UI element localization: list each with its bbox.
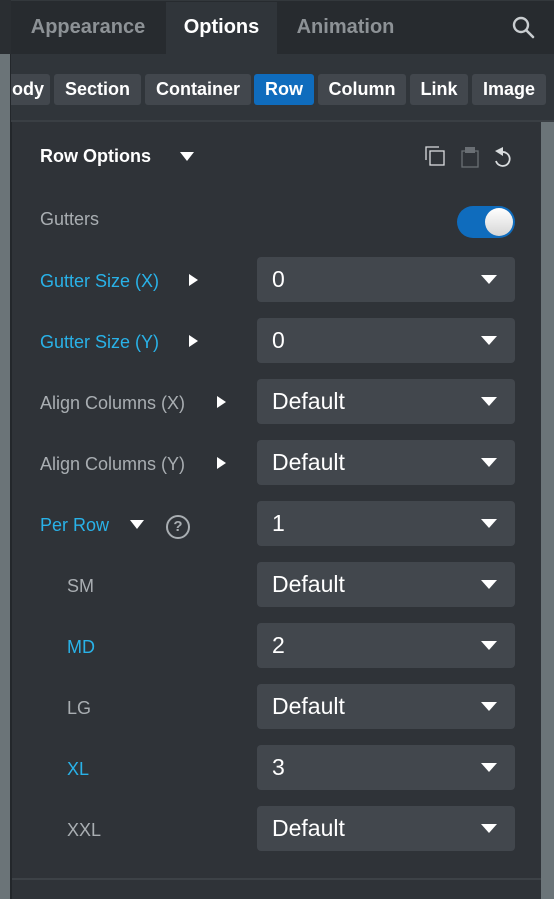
chevron-down-icon [481, 336, 497, 345]
breadcrumb-link[interactable]: Link [410, 74, 468, 105]
tab-options[interactable]: Options [166, 2, 277, 55]
align-columns-x-label: Align Columns (X) [40, 393, 186, 413]
sm-select[interactable]: Default [257, 562, 515, 607]
toggle-knob [485, 208, 513, 236]
xl-label[interactable]: XL [67, 759, 89, 780]
chevron-down-icon [481, 458, 497, 467]
align-columns-y-label: Align Columns (Y) [40, 454, 186, 474]
gutter-size-y-label[interactable]: Gutter Size (Y) [40, 332, 159, 353]
gutters-toggle[interactable] [457, 206, 515, 238]
chevron-down-icon [481, 641, 497, 650]
chevron-down-icon [481, 275, 497, 284]
select-value: 1 [272, 510, 285, 536]
paste-button[interactable] [460, 146, 482, 168]
select-value: Default [272, 388, 345, 414]
lg-label: LG [67, 698, 92, 718]
md-select[interactable]: 2 [257, 623, 515, 668]
per-row-label[interactable]: Per Row [40, 515, 109, 536]
chevron-down-icon [481, 580, 497, 589]
breadcrumb-column[interactable]: Column [318, 74, 406, 105]
md-label[interactable]: MD [67, 637, 95, 658]
xl-select[interactable]: 3 [257, 745, 515, 790]
chevron-down-icon [481, 824, 497, 833]
select-value: Default [272, 693, 345, 719]
expand-arrow-icon[interactable] [189, 274, 198, 286]
tab-animation[interactable]: Animation [278, 2, 413, 55]
breadcrumb-container[interactable]: Container [145, 74, 251, 105]
chevron-down-icon [481, 519, 497, 528]
select-value: Default [272, 571, 345, 597]
tab-appearance[interactable]: Appearance [11, 2, 165, 55]
select-value: Default [272, 449, 345, 475]
reset-icon [495, 147, 511, 167]
reset-button[interactable] [492, 146, 514, 168]
collapse-arrow-icon[interactable] [130, 520, 144, 529]
breadcrumb-row[interactable]: Row [254, 74, 314, 105]
copy-button[interactable] [425, 146, 447, 168]
breadcrumb: ody Section Container Row Column Link Im… [11, 54, 554, 122]
expand-arrow-icon[interactable] [217, 396, 226, 408]
xxl-label: XXL [67, 820, 102, 840]
section-title[interactable]: Row Options [40, 146, 151, 167]
select-value: 3 [272, 754, 285, 780]
section-divider [12, 878, 541, 880]
canvas-edge-left-top [0, 0, 11, 54]
gutter-size-y-select[interactable]: 0 [257, 318, 515, 363]
panel-tabs: Appearance Options Animation [11, 0, 554, 55]
lg-select[interactable]: Default [257, 684, 515, 729]
breadcrumb-section[interactable]: Section [54, 74, 141, 105]
sm-label: SM [67, 576, 94, 596]
select-value: 0 [272, 266, 285, 292]
expand-arrow-icon[interactable] [217, 457, 226, 469]
search-icon [512, 16, 535, 39]
copy-icon [425, 146, 445, 166]
gutters-label: Gutters [40, 209, 100, 229]
breadcrumb-body[interactable]: ody [11, 74, 50, 105]
breadcrumb-image[interactable]: Image [472, 74, 546, 105]
align-columns-x-select[interactable]: Default [257, 379, 515, 424]
select-value: Default [272, 815, 345, 841]
per-row-select[interactable]: 1 [257, 501, 515, 546]
xxl-select[interactable]: Default [257, 806, 515, 851]
gutter-size-x-label[interactable]: Gutter Size (X) [40, 271, 159, 292]
chevron-down-icon [481, 763, 497, 772]
select-value: 0 [272, 327, 285, 353]
collapse-caret-icon[interactable] [180, 152, 194, 161]
align-columns-y-select[interactable]: Default [257, 440, 515, 485]
gutter-size-x-select[interactable]: 0 [257, 257, 515, 302]
chevron-down-icon [481, 397, 497, 406]
row-options-panel: Row Options Gutters Gutter Size (X) 0 Gu… [12, 122, 541, 899]
help-icon[interactable]: ? [166, 515, 190, 539]
paste-icon [461, 147, 479, 168]
select-value: 2 [272, 632, 285, 658]
expand-arrow-icon[interactable] [189, 335, 198, 347]
canvas-edge-right [541, 122, 554, 899]
chevron-down-icon [481, 702, 497, 711]
search-button[interactable] [509, 13, 539, 43]
